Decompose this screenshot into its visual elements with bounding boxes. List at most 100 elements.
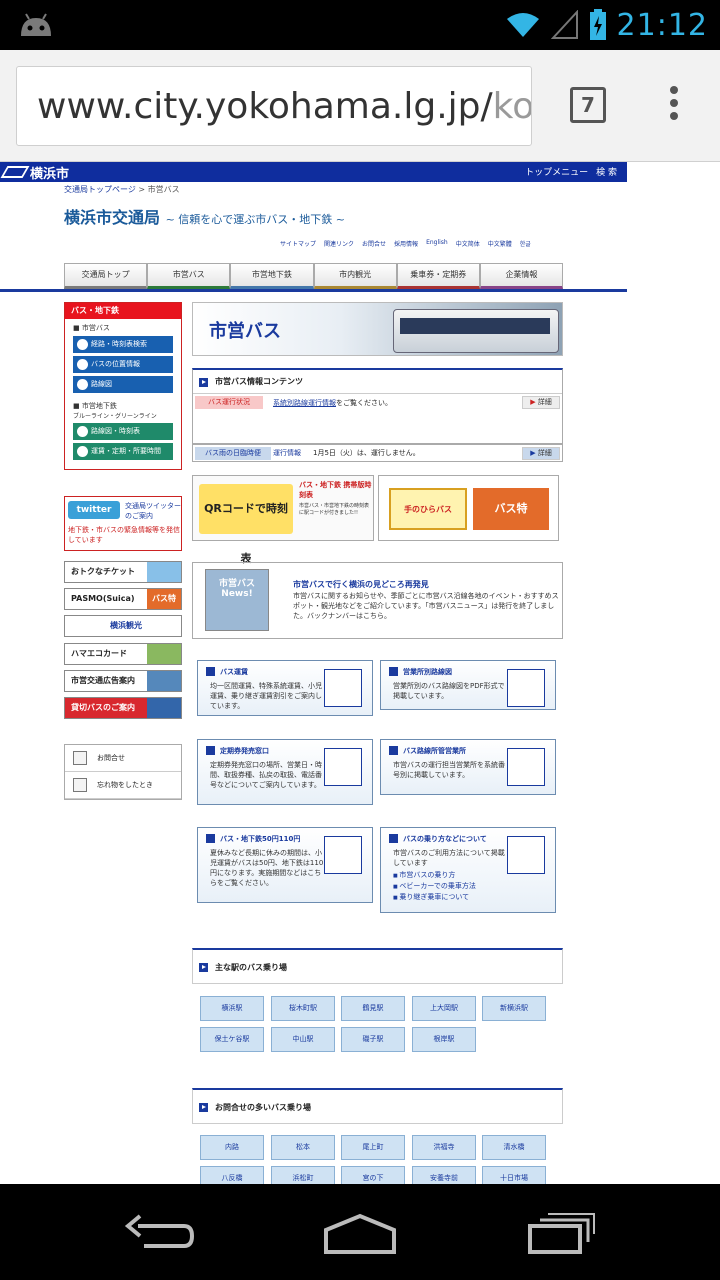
banner-hama-eco-card[interactable]: ハマエコカード — [64, 643, 182, 665]
stations-section-header: 主な駅のバス乗り場 — [192, 948, 563, 984]
card-bus-fare[interactable]: バス運賃 均一区間運賃、特殊系統運賃、小児運賃、乗り継ぎ運賃割引をご案内していま… — [197, 660, 373, 716]
link-how-to-ride[interactable]: 市営バスの乗り方 — [393, 870, 509, 881]
bus-stop-button[interactable]: 尾上町 — [341, 1135, 405, 1160]
card-route-maps[interactable]: 営業所別路線図 営業所別のバス路線図をPDF形式で掲載しています。 — [380, 660, 556, 710]
bus-stop-button[interactable]: 浜松町 — [271, 1166, 335, 1184]
news-body: 市営バスに関するお知らせや、季節ごとに市営バス沿線各地のイベント・おすすめスポッ… — [293, 592, 559, 620]
nav-tab[interactable]: 市営バス — [147, 263, 231, 289]
utility-link[interactable]: お問合せ — [362, 239, 386, 248]
nav-tab[interactable]: 交通局トップ — [64, 263, 148, 289]
station-button[interactable]: 横浜駅 — [200, 996, 264, 1021]
banner-pasmo[interactable]: PASMO(Suica) バス特 — [64, 588, 182, 610]
card-body: 市営バスの運行担当営業所を系統番号別に掲載しています。 — [393, 761, 505, 779]
card-how-to-ride[interactable]: バスの乗り方などについて 市営バスのご利用方法について掲載しています 市営バスの… — [380, 827, 556, 913]
utility-link[interactable]: English — [426, 239, 448, 248]
bus-news-box: 市営バス News! 市営バスで行く横浜の見どころ再発見 市営バスに関するお知ら… — [192, 562, 563, 639]
utility-link[interactable]: 関連リンク — [324, 239, 354, 248]
nav-tab[interactable]: 市営地下鉄 — [230, 263, 314, 289]
bus-category-label: ■ 市営バス — [73, 324, 110, 332]
arrow-icon — [199, 378, 208, 387]
link-stroller[interactable]: ベビーカーでの乗車方法 — [393, 881, 509, 892]
tab-switcher-button[interactable]: 7 — [570, 87, 606, 123]
contact-box: お問合せ 忘れ物をしたとき — [64, 744, 182, 800]
station-button[interactable]: 鶴見駅 — [341, 996, 405, 1021]
bus-stop-button[interactable]: 洪福寺 — [412, 1135, 476, 1160]
card-route-office[interactable]: バス路線所管営業所 市営バスの運行担当営業所を系統番号別に掲載しています。 — [380, 739, 556, 795]
card-pass-office[interactable]: 定期券発売窓口 定期券発売窓口の場所、営業日・時間、取扱券種、払戻の取扱、電話番… — [197, 739, 373, 805]
lost-items-link[interactable]: 忘れ物をしたとき — [65, 772, 181, 799]
banner-tickets[interactable]: おトクなチケット — [64, 561, 182, 583]
details-button[interactable]: ▶ 詳細 — [522, 447, 560, 460]
twitter-note: 地下鉄・市バスの緊急情報等を発信しています — [68, 526, 180, 544]
qr-timetable-image: QRコードで時刻表 — [199, 484, 293, 565]
twitter-logo: twitter — [68, 501, 120, 519]
card-title: バス・地下鉄50円110円 — [206, 834, 300, 844]
station-button[interactable]: 桜木町駅 — [271, 996, 335, 1021]
nav-tab[interactable]: 乗車券・定期券 — [396, 263, 480, 289]
station-button[interactable]: 新横浜駅 — [482, 996, 546, 1021]
twitter-box[interactable]: twitter 交通局ツイッターのご案内 地下鉄・市バスの緊急情報等を発信してい… — [64, 496, 182, 551]
rain-info-label: 運行情報 — [273, 449, 301, 457]
card-title: 定期券発売窓口 — [206, 746, 269, 756]
breadcrumb-home[interactable]: 交通局トップページ — [64, 185, 136, 194]
subway-fare-button[interactable]: 運賃・定期・所要時間 — [73, 443, 173, 460]
route-timetable-search-button[interactable]: 経路・時刻表検索 — [73, 336, 173, 353]
bus-subway-menu: バス・地下鉄 ■ 市営バス 経路・時刻表検索 バスの位置情報 路線図 ■ 市営地… — [64, 302, 182, 470]
bus-stop-button[interactable]: 八反橋 — [200, 1166, 264, 1184]
nav-tab[interactable]: 企業情報 — [479, 263, 564, 289]
banner-charter-bus[interactable]: 貸切バスのご案内 — [64, 697, 182, 719]
bus-stop-button[interactable]: 清水橋 — [482, 1135, 546, 1160]
station-button[interactable]: 磯子駅 — [341, 1027, 405, 1052]
url-field[interactable]: www.city.yokohama.lg.jp/ko — [16, 66, 532, 146]
card-title: バスの乗り方などについて — [389, 834, 487, 844]
url-text-faded: ko — [492, 86, 532, 127]
browser-toolbar: www.city.yokohama.lg.jp/ko 7 — [0, 50, 720, 162]
utility-link[interactable]: 中文简体 — [456, 239, 480, 248]
station-button[interactable]: 中山駅 — [271, 1027, 335, 1052]
bus-route-map-button[interactable]: 路線図 — [73, 376, 173, 393]
bus-location-button[interactable]: バスの位置情報 — [73, 356, 173, 373]
banner-advertising[interactable]: 市営交通広告案内 — [64, 670, 182, 692]
nav-divider — [0, 289, 627, 292]
bus-stop-button[interactable]: 松本 — [271, 1135, 335, 1160]
station-button[interactable]: 保土ケ谷駅 — [200, 1027, 264, 1052]
person-icon — [73, 778, 87, 792]
station-button[interactable]: 根岸駅 — [412, 1027, 476, 1052]
utility-link[interactable]: サイトマップ — [280, 239, 316, 248]
station-button[interactable]: 上大岡駅 — [412, 996, 476, 1021]
utility-links: サイトマップ 関連リンク お問合せ 採用情報 English 中文简体 中文繁體… — [280, 239, 531, 248]
utility-link[interactable]: 中文繁體 — [488, 239, 512, 248]
link-transfer[interactable]: 乗り継ぎ乗車について — [393, 892, 509, 903]
banner-yokohama-tourism[interactable]: 横浜観光 — [64, 615, 182, 637]
home-icon[interactable] — [322, 1212, 398, 1254]
search-link[interactable]: 検 索 — [596, 165, 617, 178]
breadcrumb: 交通局トップページ > 市営バス — [64, 185, 180, 194]
subway-category-label: ■ 市営地下鉄 — [73, 402, 117, 410]
child-coins-icon — [324, 836, 362, 874]
card-child-fare[interactable]: バス・地下鉄50円110円 夏休みなど長期に休みの期間は、小児運賃がバスは50円… — [197, 827, 373, 903]
back-icon[interactable] — [124, 1214, 196, 1254]
subway-map-button[interactable]: 路線図・時刻表 — [73, 423, 173, 440]
route-status-link[interactable]: 系統別路線運行情報 — [273, 399, 336, 407]
bus-news-image[interactable]: 市営バス News! — [205, 569, 269, 631]
bus-stop-button[interactable]: 十日市場 — [482, 1166, 546, 1184]
news-title-link[interactable]: 市営バスで行く横浜の見どころ再発見 — [293, 579, 429, 590]
site-logo[interactable]: 横浜市 — [30, 163, 69, 182]
bus-stop-button[interactable]: 内路 — [200, 1135, 264, 1160]
details-button[interactable]: ▶ 詳細 — [522, 396, 560, 409]
qr-timetable-banner[interactable]: QRコードで時刻表 バス・地下鉄 携帯版時刻表 市営バス・市営地下鉄の時刻表に駅コ… — [192, 475, 374, 565]
wifi-icon — [506, 13, 539, 37]
info-title: 市営バス情報コンテンツ — [193, 370, 562, 394]
palm-bus-banner[interactable]: 手のひらバス バス特 — [378, 475, 559, 541]
card-body: 営業所別のバス路線図をPDF形式で掲載しています。 — [393, 682, 505, 700]
bus-stop-button[interactable]: 宮の下 — [341, 1166, 405, 1184]
utility-link[interactable]: 採用情報 — [394, 239, 418, 248]
nav-tab[interactable]: 市内観光 — [313, 263, 397, 289]
overflow-menu-icon[interactable] — [664, 86, 684, 130]
recent-apps-icon[interactable] — [526, 1210, 596, 1256]
bus-stop-button[interactable]: 安養寺前 — [412, 1166, 476, 1184]
top-menu-link[interactable]: トップメニュー — [525, 165, 588, 178]
utility-link[interactable]: 한글 — [520, 239, 531, 248]
contact-link[interactable]: お問合せ — [65, 745, 181, 772]
site-header-bar: 横浜市 トップメニュー 検 索 — [0, 162, 627, 182]
